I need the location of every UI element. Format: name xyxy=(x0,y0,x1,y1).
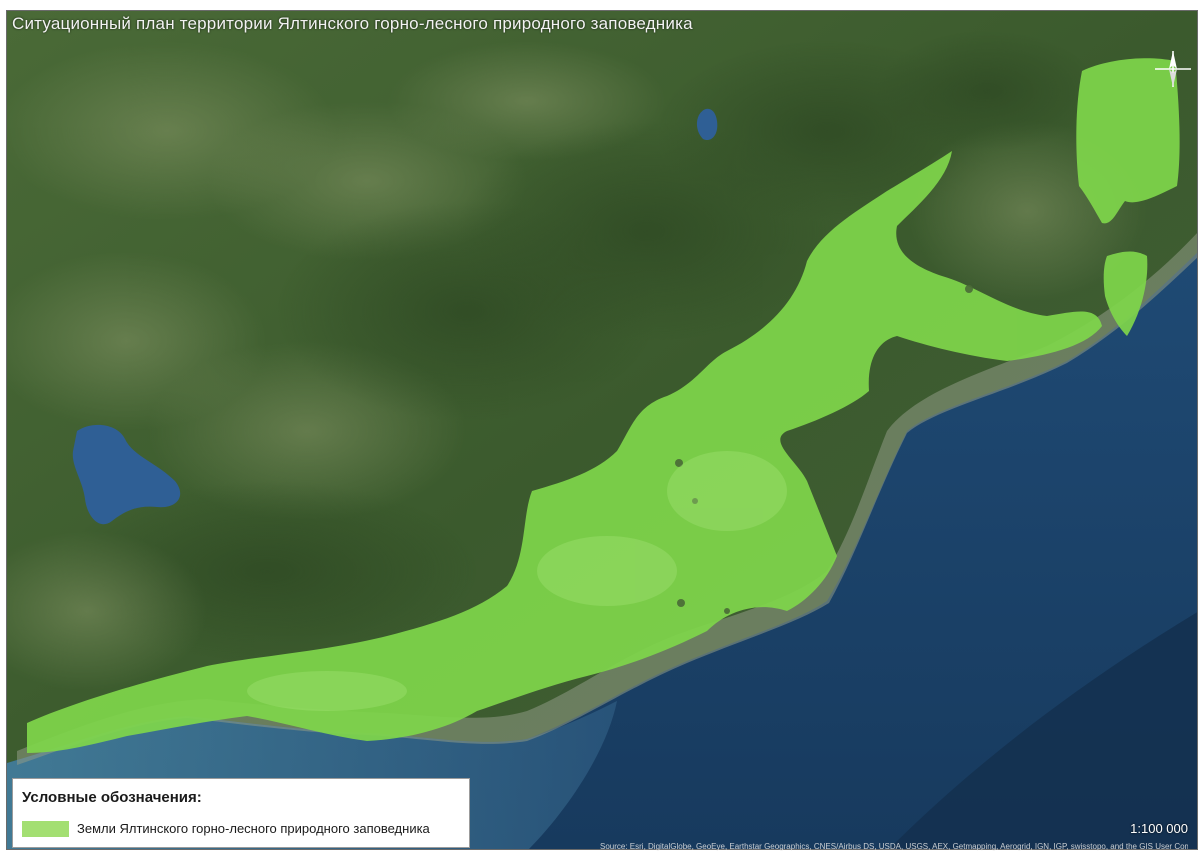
north-arrow-icon xyxy=(1153,49,1193,89)
legend-title: Условные обозначения: xyxy=(22,789,202,806)
map-legend: Условные обозначения: Земли Ялтинского г… xyxy=(12,778,470,848)
legend-label-reserve: Земли Ялтинского горно-лесного природног… xyxy=(77,821,430,836)
map-title: Ситуационный план территории Ялтинского … xyxy=(12,14,693,33)
legend-swatch-reserve xyxy=(22,821,69,837)
map-scale: 1:100 000 xyxy=(1130,821,1188,836)
map-view[interactable] xyxy=(6,10,1198,850)
map-credits: Source: Esri, DigitalGlobe, GeoEye, Eart… xyxy=(600,842,1188,851)
satellite-map xyxy=(7,11,1197,849)
